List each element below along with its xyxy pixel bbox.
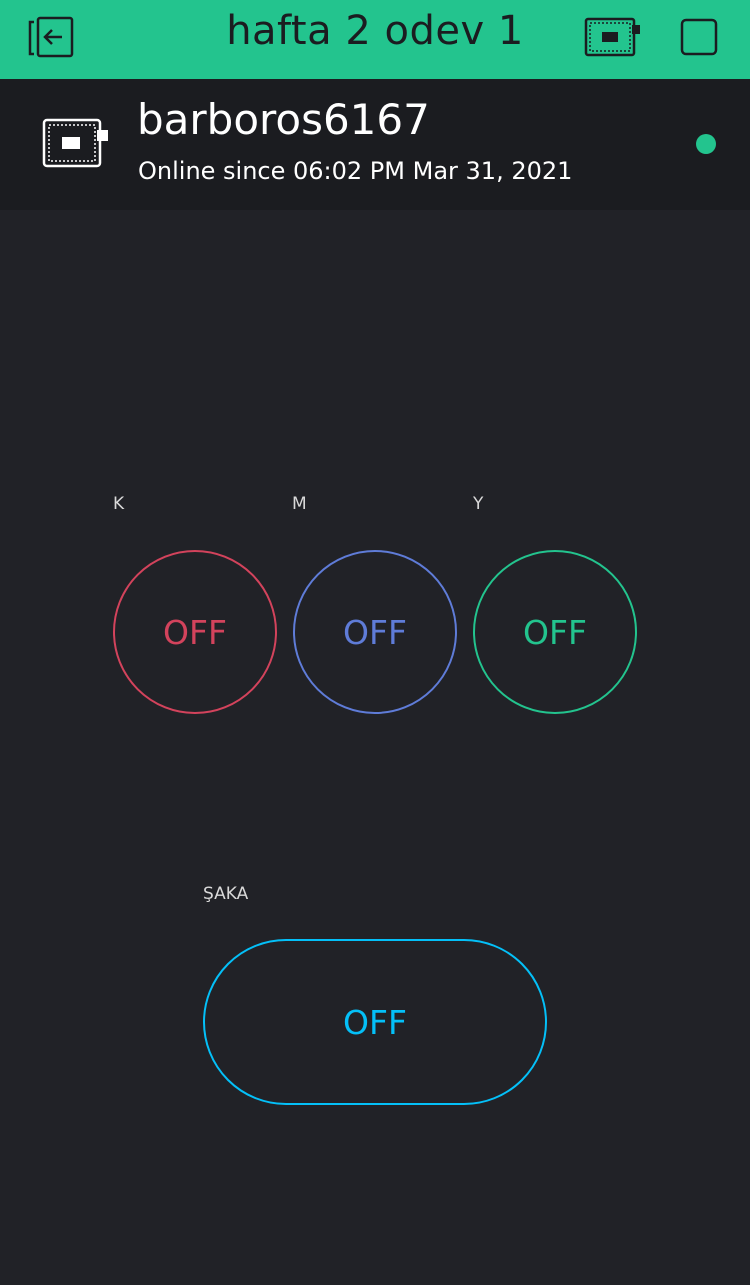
exit-icon[interactable] — [26, 16, 76, 58]
device-name: barboros6167 — [137, 95, 430, 144]
m-state: OFF — [343, 612, 407, 652]
m-toggle-button[interactable]: OFF — [293, 550, 457, 714]
k-state: OFF — [163, 612, 227, 652]
y-state: OFF — [523, 612, 587, 652]
joke-toggle-button[interactable]: OFF — [203, 939, 547, 1105]
online-status-indicator — [696, 134, 716, 154]
device-icon[interactable] — [584, 16, 642, 58]
button-k-label: K — [113, 494, 125, 514]
device-status: Online since 06:02 PM Mar 31, 2021 — [138, 157, 573, 185]
k-toggle-button[interactable]: OFF — [113, 550, 277, 714]
square-icon[interactable] — [680, 18, 718, 56]
device-info-bar[interactable]: barboros6167 Online since 06:02 PM Mar 3… — [0, 79, 750, 210]
button-m-label: M — [292, 494, 307, 514]
joke-button-label: ŞAKA — [203, 884, 249, 904]
joke-state: OFF — [343, 1002, 407, 1042]
device-board-icon — [42, 118, 112, 170]
button-y-label: Y — [473, 494, 484, 514]
y-toggle-button[interactable]: OFF — [473, 550, 637, 714]
top-bar: hafta 2 odev 1 — [0, 0, 750, 79]
